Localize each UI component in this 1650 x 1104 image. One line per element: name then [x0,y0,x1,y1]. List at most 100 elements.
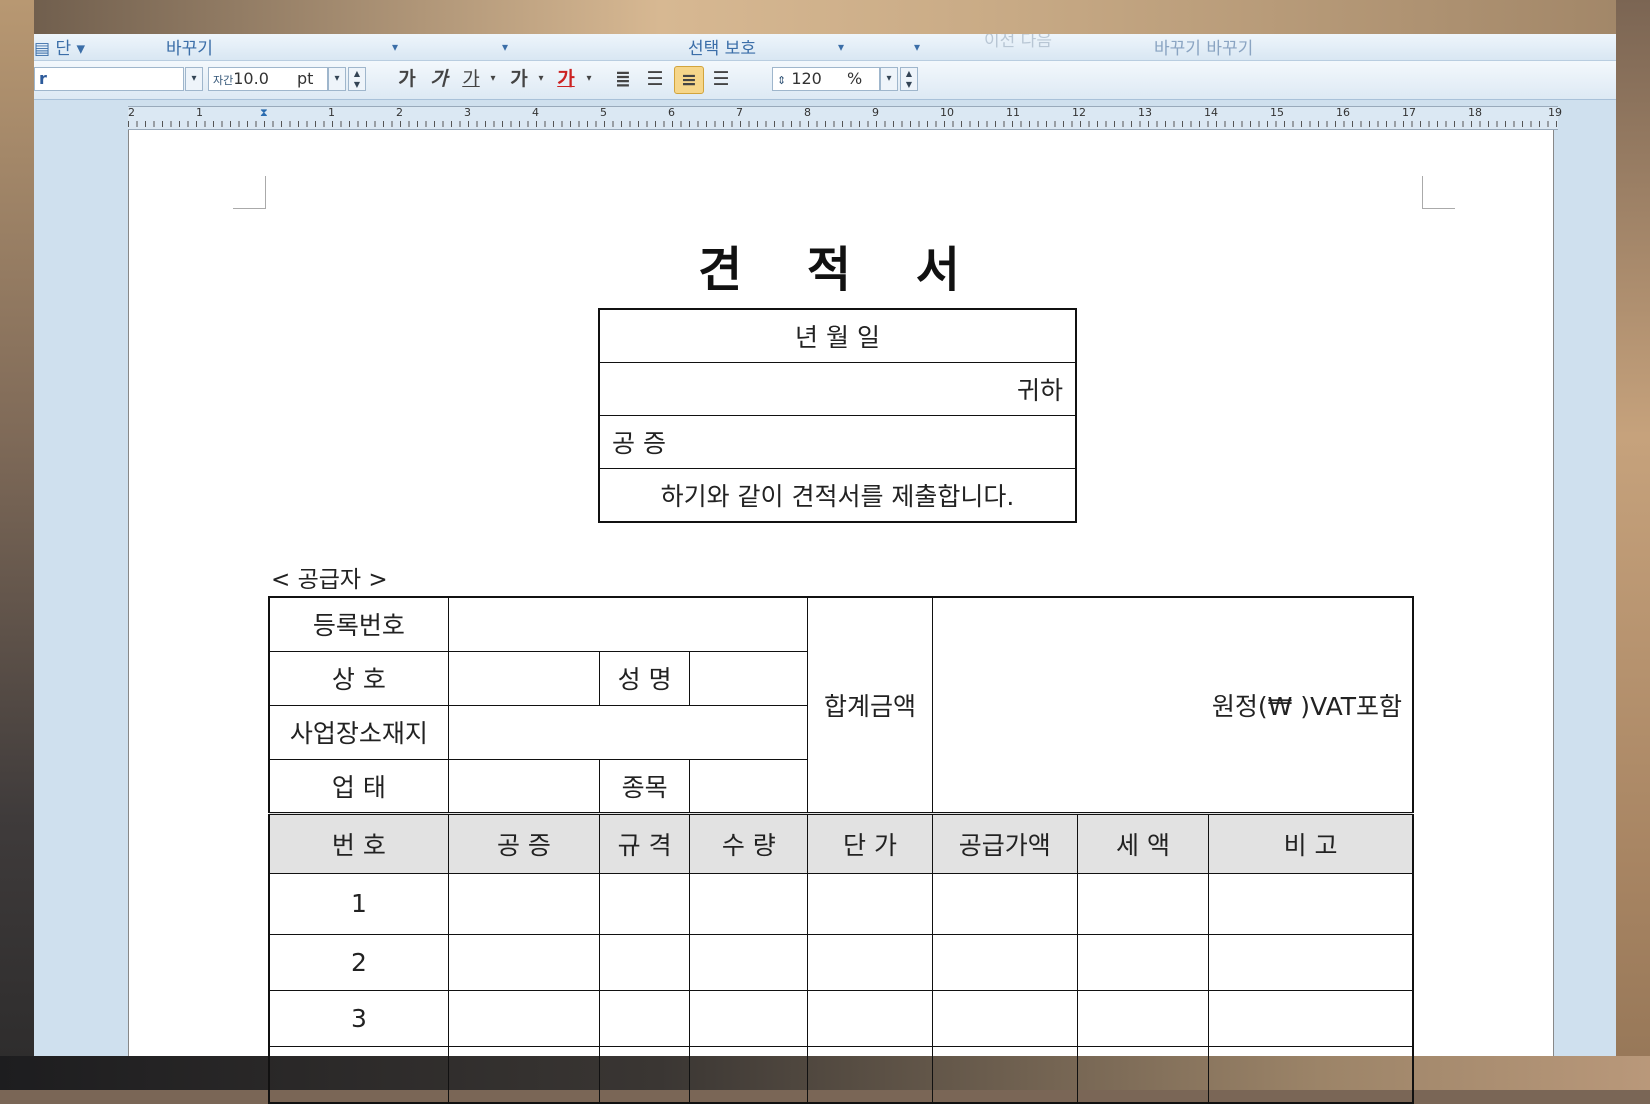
cell[interactable] [447,1045,601,1103]
cell[interactable] [931,989,1078,1047]
submit-text-row[interactable]: 하기와 같이 견적서를 제출합니다. [598,468,1077,523]
align-center-icon[interactable]: ≡ [674,66,704,94]
name-cell[interactable] [689,650,809,706]
italic-button[interactable]: 가 [428,66,450,92]
address-label: 사업장소재지 [268,704,449,760]
ruler-label: 4 [532,106,539,119]
bold-button[interactable]: 가 [396,66,418,92]
cell[interactable] [807,989,933,1047]
reg-no-cell[interactable] [447,596,809,652]
dropdown-3[interactable]: ▾ [838,40,844,54]
strike-button[interactable]: 가 [508,66,530,92]
cell[interactable] [807,872,933,935]
underline-dropdown[interactable]: ▾ [486,66,500,92]
font-size-field[interactable]: 자간10.0 pt [208,67,328,91]
align-right-icon[interactable]: ☰ [708,66,734,92]
ruler-label: 8 [804,106,811,119]
ruler-label: 13 [1138,106,1152,119]
column-button[interactable]: ▤ 단 ▾ [34,34,85,59]
replace-button[interactable]: 바꾸기 [166,34,213,59]
date-row[interactable]: 년 월 일 [598,308,1077,363]
header-tax: 세 액 [1076,811,1210,874]
background-right [1616,0,1650,1090]
row-number[interactable]: 3 [268,989,449,1047]
row-number[interactable]: 2 [268,933,449,991]
ruler-label: 1 [328,106,335,119]
left-indent-marker[interactable]: ⧗ [260,106,268,120]
cell[interactable] [1076,933,1210,991]
font-name-dropdown[interactable]: ▾ [185,67,203,91]
ruler-label: 19 [1548,106,1562,119]
cell[interactable] [807,1045,933,1103]
horizontal-ruler[interactable]: 2 1 ⧗ 1 2 3 4 5 6 7 8 9 10 11 12 13 14 1… [128,106,1562,130]
cell[interactable] [447,933,601,991]
cell[interactable] [599,989,691,1047]
ruler-ticks [128,121,1558,127]
cell[interactable] [1208,989,1414,1047]
cell[interactable] [1208,872,1414,935]
ruler-label: 3 [464,106,471,119]
header-spec: 규 격 [599,811,691,874]
dropdown-1[interactable]: ▾ [392,40,398,54]
prev-next-button[interactable]: 이전 다음 [984,34,1052,51]
total-value[interactable]: 원정(₩ )VAT포함 [931,596,1414,814]
company-cell[interactable] [447,650,601,706]
ruler-label: 2 [396,106,403,119]
cell[interactable] [268,1045,449,1103]
underline-button[interactable]: 가 [460,66,482,92]
address-cell[interactable] [447,704,809,760]
cell[interactable] [1076,989,1210,1047]
recipient-row[interactable]: 귀하 [598,362,1077,416]
strike-dropdown[interactable]: ▾ [534,66,548,92]
cell[interactable] [599,933,691,991]
ruler-label: 9 [872,106,879,119]
font-color-dropdown[interactable]: ▾ [582,66,596,92]
dropdown-2[interactable]: ▾ [502,40,508,54]
cell[interactable] [1076,1045,1210,1103]
ruler-label: 1 [196,106,203,119]
formatting-toolbar: r ▾ 자간10.0 pt ▾ ▲ ▼ 가 가 가 ▾ 가 ▾ 가 ▾ ≣ ☰ ≡… [34,61,1616,100]
ruler-label: 2 [128,106,135,119]
ruler-label: 15 [1270,106,1284,119]
cell[interactable] [689,933,809,991]
cell[interactable] [689,1045,809,1103]
work-type-row[interactable]: 공 증 [598,415,1077,469]
cell[interactable] [931,933,1078,991]
reg-no-label: 등록번호 [268,596,449,652]
font-color-button[interactable]: 가 [554,66,578,92]
cell[interactable] [931,1045,1078,1103]
header-work: 공 증 [447,811,601,874]
align-justify-icon[interactable]: ≣ [610,66,636,92]
cell[interactable] [689,989,809,1047]
document-page[interactable]: 견 적 서 년 월 일 귀하 공 증 하기와 같이 견적서를 제출합니다. < … [128,130,1554,1104]
margin-corner-right [1422,176,1455,209]
table-row: 3 [268,989,1414,1047]
select-protect-button[interactable]: 선택 보호 [688,34,756,59]
cell[interactable] [599,1045,691,1103]
background-left [0,0,34,1090]
line-spacing-dropdown[interactable]: ▾ [880,67,898,91]
cell[interactable] [1076,872,1210,935]
font-name-field[interactable]: r [34,67,184,91]
cell[interactable] [931,872,1078,935]
supplier-label: < 공급자 > [271,567,388,593]
replace-pair-button[interactable]: 바꾸기 바꾸기 [1154,34,1253,59]
cell[interactable] [807,933,933,991]
cell[interactable] [447,989,601,1047]
font-size-spinner[interactable]: ▲ ▼ [348,67,366,91]
ruler-label: 10 [940,106,954,119]
cell[interactable] [1208,933,1414,991]
cell[interactable] [447,872,601,935]
dropdown-4[interactable]: ▾ [914,40,920,54]
item-cell[interactable] [689,758,809,814]
ruler-label: 17 [1402,106,1416,119]
line-spacing-field[interactable]: ⇕ 120 % [772,67,880,91]
row-number[interactable]: 1 [268,872,449,935]
cell[interactable] [1208,1045,1414,1103]
line-spacing-spinner[interactable]: ▲ ▼ [900,67,918,91]
cell[interactable] [599,872,691,935]
font-size-dropdown[interactable]: ▾ [328,67,346,91]
business-cell[interactable] [447,758,601,814]
cell[interactable] [689,872,809,935]
align-left-icon[interactable]: ☰ [642,66,668,92]
